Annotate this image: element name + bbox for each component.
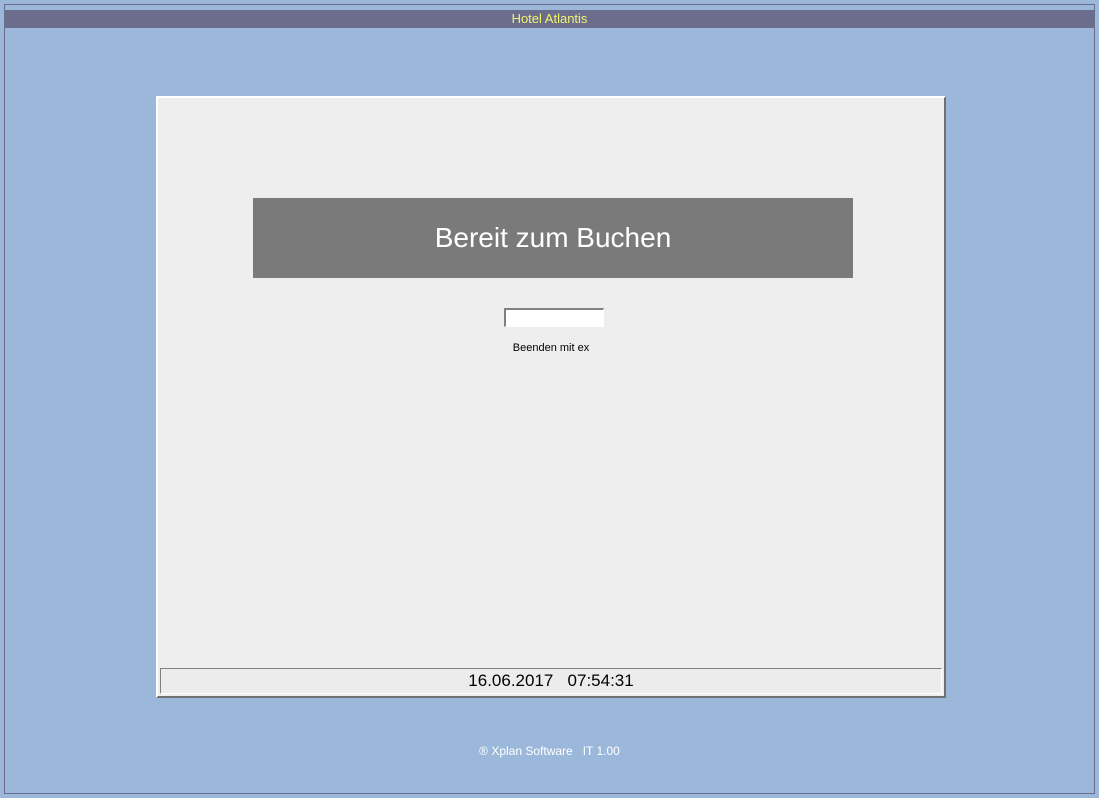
status-datetime: 16.06.2017 07:54:31 [468,671,633,690]
status-banner: Bereit zum Buchen [253,198,853,278]
footer-credit: ® Xplan Software IT 1.00 [0,744,1099,758]
input-hint: Beenden mit ex [158,342,944,354]
input-hint-text: Beenden mit ex [513,342,589,354]
window-title-bar: Hotel Atlantis [5,10,1094,28]
status-bar: 16.06.2017 07:54:31 [160,668,942,694]
footer-credit-text: ® Xplan Software IT 1.00 [479,744,620,758]
command-input[interactable] [504,308,604,327]
main-panel: Bereit zum Buchen Beenden mit ex 16.06.2… [156,96,946,698]
window-title: Hotel Atlantis [512,11,588,26]
status-banner-text: Bereit zum Buchen [435,222,672,253]
